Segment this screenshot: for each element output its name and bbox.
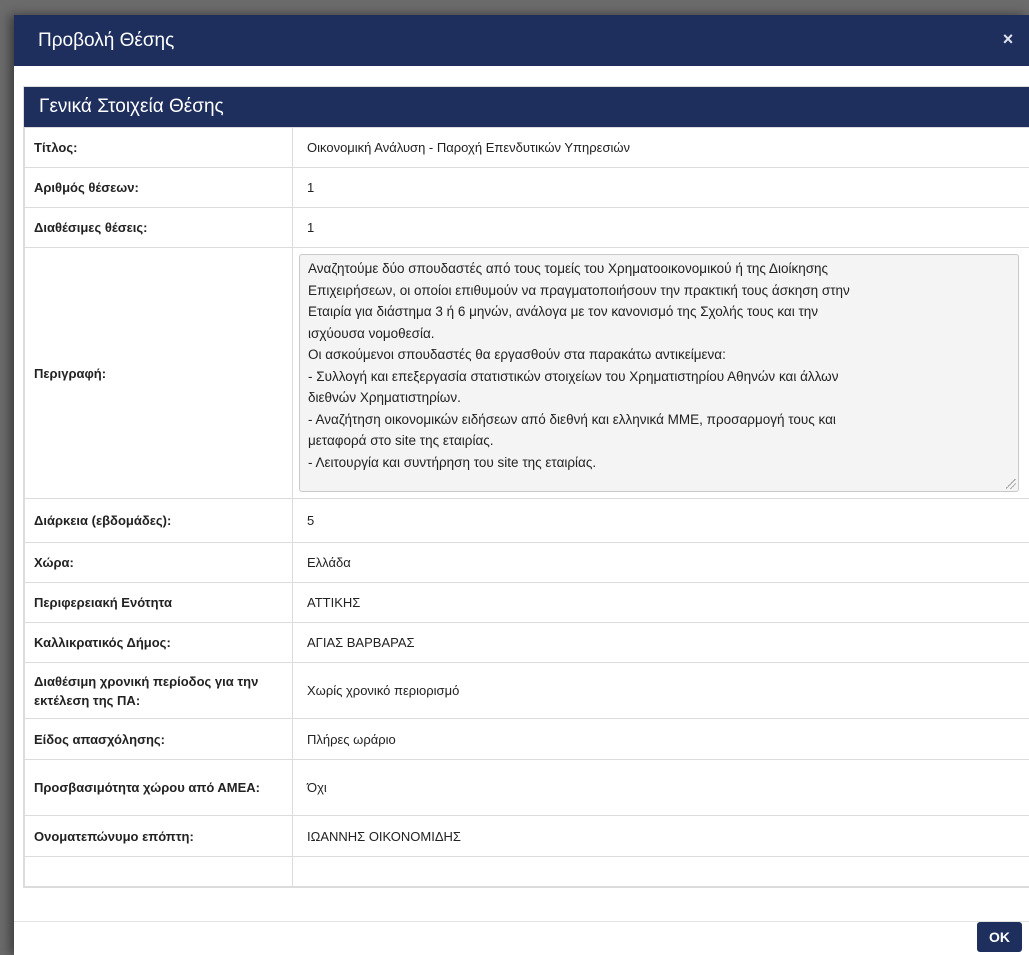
- description-line: - Συλλογή και επεξεργασία στατιστικών στ…: [308, 368, 839, 384]
- modal-footer: OK: [14, 921, 1029, 955]
- modal-title: Προβολή Θέσης: [38, 30, 175, 51]
- row-value-description: Αναζητούμε δύο σπουδαστές από τους τομεί…: [292, 247, 1029, 499]
- description-line: - Αναζήτηση οικονομικών ειδήσεων από διε…: [308, 411, 836, 427]
- row-value-supervisor: ΙΩΑΝΝΗΣ ΟΙΚΟΝΟΜΙΔΗΣ: [292, 815, 1029, 857]
- row-value-municipality: ΑΓΙΑΣ ΒΑΡΒΑΡΑΣ: [292, 622, 1029, 663]
- description-line: διεθνών Χρηματιστηρίων.: [308, 390, 461, 405]
- table-row: Χώρα: Ελλάδα: [24, 542, 1029, 583]
- row-label-accessibility: Προσβασιμότητα χώρου από ΑΜΕΑ:: [24, 759, 293, 816]
- resize-grip-icon[interactable]: [1006, 479, 1016, 489]
- table-row: [24, 856, 1029, 887]
- description-line: μεταφορά στο site της εταιρίας.: [308, 433, 494, 448]
- modal-body[interactable]: Γενικά Στοιχεία Θέσης Τίτλος: Οικονομική…: [14, 66, 1029, 922]
- table-row: Είδος απασχόλησης: Πλήρες ωράριο: [24, 718, 1029, 760]
- row-value-duration: 5: [292, 498, 1029, 543]
- row-value-cut: [292, 856, 1029, 887]
- row-label-municipality: Καλλικρατικός Δήμος:: [24, 622, 293, 663]
- row-label-cut: [24, 856, 293, 887]
- row-label-title: Τίτλος:: [24, 127, 293, 168]
- table-row: Διαθέσιμη χρονική περίοδος για την εκτέλ…: [24, 662, 1029, 719]
- description-line: Εταιρία για διάστημα 3 ή 6 μηνών, ανάλογ…: [308, 304, 819, 319]
- row-value-region: ΑΤΤΙΚΗΣ: [292, 582, 1029, 623]
- general-info-panel: Γενικά Στοιχεία Θέσης Τίτλος: Οικονομική…: [23, 86, 1029, 888]
- row-label-duration: Διάρκεια (εβδομάδες):: [24, 498, 293, 543]
- modal-header: Προβολή Θέσης ×: [14, 15, 1029, 66]
- ok-button[interactable]: OK: [977, 922, 1022, 952]
- table-row: Προσβασιμότητα χώρου από ΑΜΕΑ: Όχι: [24, 759, 1029, 816]
- row-label-country: Χώρα:: [24, 542, 293, 583]
- table-row: Διάρκεια (εβδομάδες): 5: [24, 498, 1029, 543]
- row-value-accessibility: Όχι: [292, 759, 1029, 816]
- row-value-available: 1: [292, 207, 1029, 248]
- description-line: Οι ασκούμενοι σπουδαστές θα εργασθούν στ…: [308, 347, 726, 362]
- row-label-positions: Αριθμός θέσεων:: [24, 167, 293, 208]
- table-row: Περιφερειακή Ενότητα ΑΤΤΙΚΗΣ: [24, 582, 1029, 623]
- row-label-region: Περιφερειακή Ενότητα: [24, 582, 293, 623]
- row-value-positions: 1: [292, 167, 1029, 208]
- panel-heading: Γενικά Στοιχεία Θέσης: [24, 87, 1029, 127]
- row-value-country: Ελλάδα: [292, 542, 1029, 583]
- row-value-title: Οικονομική Ανάλυση - Παροχή Επενδυτικών …: [292, 127, 1029, 168]
- row-label-description: Περιγραφή:: [24, 247, 293, 499]
- table-row: Αριθμός θέσεων: 1: [24, 167, 1029, 208]
- description-textarea[interactable]: Αναζητούμε δύο σπουδαστές από τους τομεί…: [299, 254, 1019, 492]
- description-line: - Λειτουργία και συντήρηση του site της …: [308, 454, 597, 470]
- details-table: Τίτλος: Οικονομική Ανάλυση - Παροχή Επεν…: [24, 127, 1029, 887]
- table-row: Ονοματεπώνυμο επόπτη: ΙΩΑΝΝΗΣ ΟΙΚΟΝΟΜΙΔΗ…: [24, 815, 1029, 857]
- description-line: Επιχειρήσεων, οι οποίοι επιθυμούν να πρα…: [308, 282, 850, 298]
- table-row: Διαθέσιμες θέσεις: 1: [24, 207, 1029, 248]
- row-label-available: Διαθέσιμες θέσεις:: [24, 207, 293, 248]
- row-value-period: Χωρίς χρονικό περιορισμό: [292, 662, 1029, 719]
- row-label-supervisor: Ονοματεπώνυμο επόπτη:: [24, 815, 293, 857]
- row-value-employment: Πλήρες ωράριο: [292, 718, 1029, 760]
- job-view-modal: Προβολή Θέσης × Γενικά Στοιχεία Θέσης Τί…: [14, 15, 1029, 955]
- row-label-period: Διαθέσιμη χρονική περίοδος για την εκτέλ…: [24, 662, 293, 719]
- table-row: Περιγραφή: Αναζητούμε δύο σπουδαστές από…: [24, 247, 1029, 499]
- table-row: Καλλικρατικός Δήμος: ΑΓΙΑΣ ΒΑΡΒΑΡΑΣ: [24, 622, 1029, 663]
- row-label-employment: Είδος απασχόλησης:: [24, 718, 293, 760]
- description-line: Αναζητούμε δύο σπουδαστές από τους τομεί…: [308, 261, 829, 276]
- description-line: ισχύουσα νομοθεσία.: [308, 325, 435, 341]
- table-row: Τίτλος: Οικονομική Ανάλυση - Παροχή Επεν…: [24, 127, 1029, 168]
- close-icon[interactable]: ×: [999, 29, 1017, 49]
